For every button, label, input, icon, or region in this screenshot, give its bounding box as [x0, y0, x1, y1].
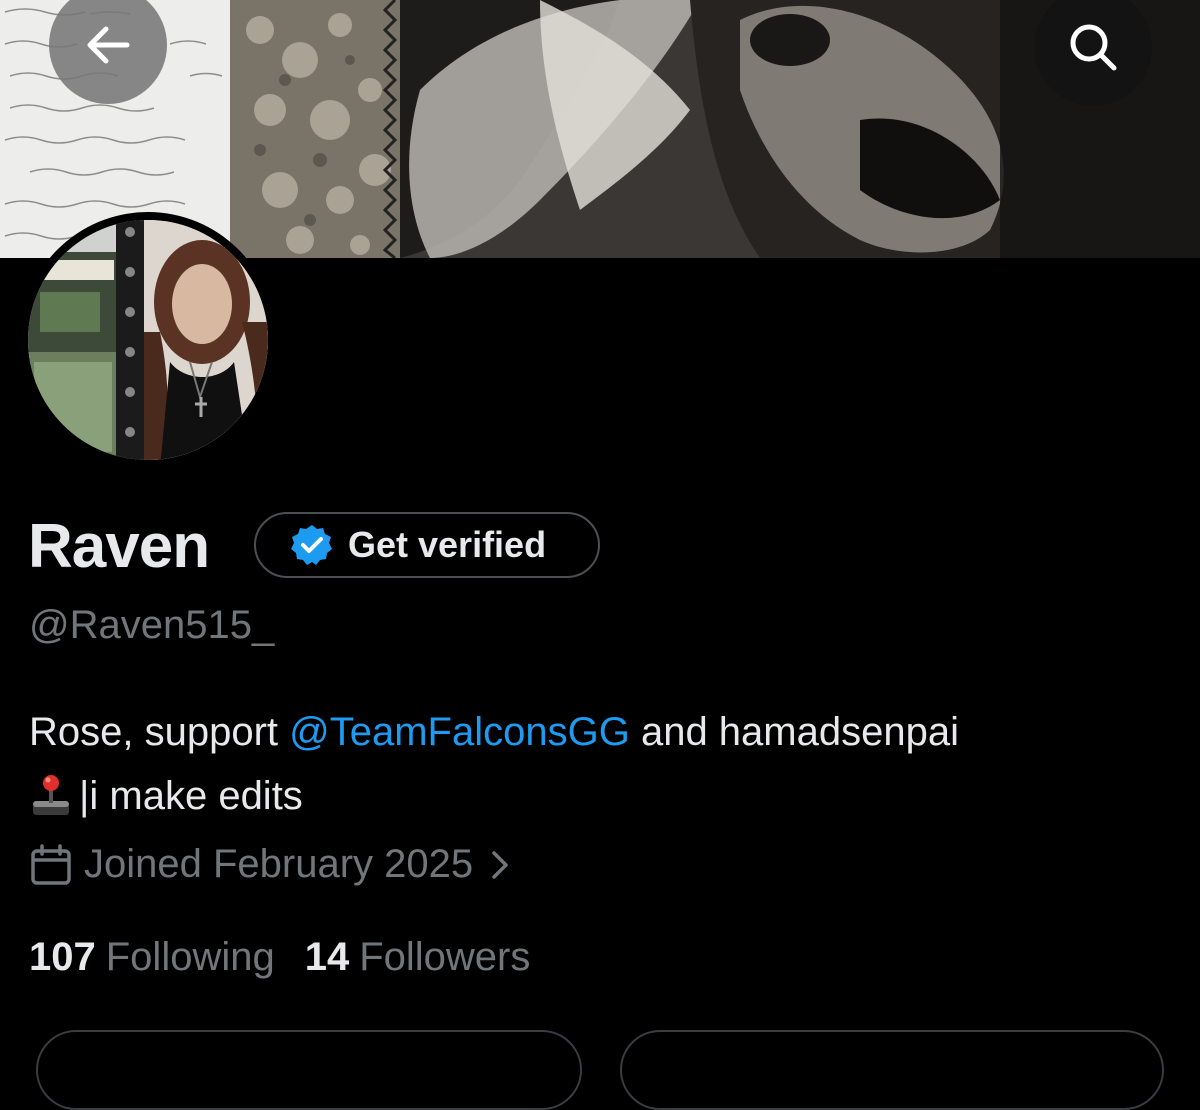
followers-count: 14 — [304, 935, 350, 979]
bio-text: Rose, support — [29, 710, 290, 754]
search-icon — [1070, 24, 1117, 71]
followers-link[interactable]: 14 Followers — [305, 932, 531, 982]
arrow-left-icon — [87, 26, 130, 64]
bio-text: and hamadsenpai — [629, 710, 959, 754]
user-handle: @Raven515_ — [29, 603, 275, 647]
get-verified-label: Get verified — [348, 524, 547, 565]
following-label: Following — [105, 935, 275, 979]
joined-date[interactable]: Joined February 2025 — [30, 842, 509, 887]
bio-text: |i make edits — [79, 774, 303, 818]
joystick-icon — [33, 775, 69, 815]
get-verified-button[interactable]: Get verified — [254, 512, 600, 578]
joined-date-text: Joined February 2025 — [84, 842, 474, 886]
avatar[interactable] — [20, 212, 276, 468]
following-link[interactable]: 107 Following — [29, 932, 275, 982]
verified-badge-icon — [291, 525, 332, 565]
profile-action-button-right[interactable] — [620, 1030, 1164, 1110]
display-name: Raven — [28, 512, 210, 581]
chevron-right-icon — [492, 850, 508, 879]
profile-bio: Rose, support @TeamFalconsGG and hamadse… — [29, 700, 1179, 828]
followers-label: Followers — [359, 935, 531, 979]
profile-action-button-left[interactable] — [36, 1030, 582, 1110]
avatar-image — [28, 220, 268, 460]
following-count: 107 — [29, 935, 96, 979]
bio-mention-link[interactable]: @TeamFalconsGG — [289, 710, 630, 754]
profile-stats: 107 Following 14 Followers — [29, 932, 560, 982]
calendar-icon — [31, 843, 71, 885]
